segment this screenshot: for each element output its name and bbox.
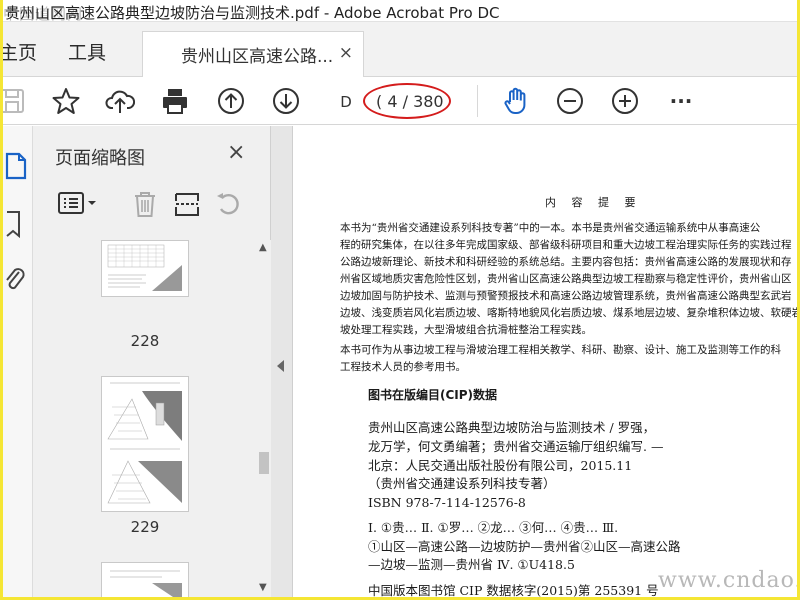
summary-line: 程的研究集体，在以往多年完成国家级、部省级科研项目和重大边坡工程治理实际任务的实…	[340, 239, 792, 251]
tab-tools[interactable]: 工具	[68, 38, 106, 65]
zoom-out-icon	[557, 88, 583, 114]
star-icon	[52, 88, 80, 114]
bookmark-button[interactable]	[50, 85, 82, 117]
thumbnail-list: 228 229	[33, 240, 256, 597]
print-button[interactable]	[159, 85, 191, 117]
save-icon	[3, 89, 24, 113]
previous-page-button[interactable]	[215, 85, 247, 117]
cip-class-line: —边坡—监测—贵州省 Ⅳ. ①U418.5	[368, 557, 575, 572]
cip-number: 中国版本图书馆 CIP 数据核字(2015)第 255391 号	[368, 583, 659, 597]
more-tools-button[interactable]: ···	[665, 85, 697, 117]
zoom-in-icon	[612, 88, 638, 114]
page-thumbnails-rail-button[interactable]	[5, 152, 27, 184]
tab-document-label: 贵州山区高速公路...	[181, 47, 334, 67]
page-thumbnails-icon	[5, 152, 27, 180]
rotate-pages-button[interactable]	[215, 190, 243, 222]
summary-line: 州省区域地质灾害危险性区划，贵州省山区高速公路典型边坡工程勘察与稳定性评价，贵州…	[340, 273, 792, 285]
insert-page-icon	[175, 193, 199, 216]
rotate-icon	[217, 193, 239, 215]
cip-line: 北京：人民交通出版社股份有限公司，2015.11	[368, 458, 633, 473]
acrobat-window: 中国道网网 贵州山区高速公路典型边坡防治与监测技术.pdf - Adobe Ac…	[3, 0, 797, 597]
thumbnail-image	[110, 570, 182, 597]
cip-line: （贵州省交通建设系列科技专著）	[368, 476, 556, 491]
panel-close-button[interactable]: ×	[227, 140, 245, 165]
zoom-out-button[interactable]	[554, 85, 586, 117]
tab-close-button[interactable]: ×	[339, 43, 353, 63]
thumbnail-scrollbar[interactable]: ▲ ▼	[257, 240, 271, 597]
thumbnail-image	[107, 382, 182, 504]
upload-button[interactable]	[104, 85, 136, 117]
scroll-up-arrow[interactable]: ▲	[259, 242, 267, 253]
arrow-down-circle-icon	[273, 88, 299, 114]
watermark-bottom: www.cndao.com	[658, 568, 797, 593]
scroll-down-arrow[interactable]: ▼	[259, 582, 267, 593]
pdf-page: 内 容 提 要 本书为“贵州省交通建设系列科技专著”中的一本。本书是贵州省交通运…	[300, 136, 797, 597]
thumbnail-label-228: 228	[130, 332, 160, 350]
bookmarks-rail-button[interactable]	[5, 210, 27, 242]
collapse-panel-icon[interactable]	[277, 360, 284, 372]
save-button[interactable]	[3, 85, 29, 117]
tab-document[interactable]: 贵州山区高速公路... ×	[142, 31, 364, 78]
document-view[interactable]: 内 容 提 要 本书为“贵州省交通建设系列科技专著”中的一本。本书是贵州省交通运…	[294, 126, 797, 597]
page-number-input[interactable]: D	[333, 90, 359, 114]
summary-line: 本书为“贵州省交通建设系列科技专著”中的一本。本书是贵州省交通运输系统中从事高速…	[340, 222, 761, 234]
summary-line: 公路边坡新理论、新技术和科研经验的系统总结。主要内容包括：贵州省高速公路的发展现…	[340, 256, 792, 268]
scrollbar-thumb[interactable]	[259, 452, 269, 474]
toolbar-divider	[477, 85, 478, 117]
thumbnail-page-230[interactable]	[101, 562, 189, 597]
summary-line: 坡处理工程实践，大型滑坡组合抗滑桩整治工程实践。	[340, 324, 592, 336]
cip-class-line: ①山区—高速公路—边坡防护—贵州省②山区—高速公路	[368, 539, 681, 554]
window-title: 贵州山区高速公路典型边坡防治与监测技术.pdf - Adobe Acrobat …	[5, 4, 500, 22]
highlight-ellipse	[363, 83, 451, 119]
thumbnail-options-button[interactable]	[57, 190, 101, 222]
cip-line: 龙万学，何文勇编著；贵州省交通运输厅组织编写. —	[368, 439, 664, 454]
paperclip-icon	[6, 268, 25, 289]
trash-icon	[135, 192, 155, 217]
toolbar: D ( 4 / 380 ···	[3, 77, 797, 125]
hand-icon	[504, 87, 526, 114]
delete-pages-button[interactable]	[131, 190, 159, 222]
thumbnail-page-228[interactable]	[101, 240, 189, 297]
usage-line: 本书可作为从事边坡工程与滑坡治理工程相关教学、科研、勘察、设计、施工及监测等工作…	[340, 344, 781, 356]
extract-pages-button[interactable]	[173, 190, 201, 222]
page-heading: 内 容 提 要	[545, 196, 642, 209]
thumbnail-page-229[interactable]	[101, 376, 189, 512]
bookmark-icon	[6, 211, 20, 239]
panel-title: 页面缩略图	[55, 148, 145, 169]
panel-toolbar	[33, 178, 271, 234]
print-icon	[163, 89, 187, 114]
title-bar: 中国道网网 贵州山区高速公路典型边坡防治与监测技术.pdf - Adobe Ac…	[3, 0, 797, 23]
usage-line: 工程技术人员的参考用书。	[340, 361, 466, 373]
next-page-button[interactable]	[270, 85, 302, 117]
panel-splitter[interactable]	[271, 126, 293, 597]
summary-line: 边坡、浅变质岩风化岩质边坡、喀斯特地貌风化岩质边坡、煤系地层边坡、复杂堆积体边坡…	[340, 307, 797, 319]
hand-tool-button[interactable]	[500, 85, 532, 117]
zoom-in-button[interactable]	[609, 85, 641, 117]
cip-class-line: Ⅰ. ①贵… Ⅱ. ①罗… ②龙… ③何… ④贵… Ⅲ.	[368, 520, 619, 535]
cip-heading: 图书在版编目(CIP)数据	[368, 388, 498, 402]
navigation-rail	[3, 126, 33, 597]
attachments-rail-button[interactable]	[5, 266, 27, 298]
tab-bar: 主页 工具 贵州山区高速公路... ×	[3, 22, 797, 78]
options-menu-icon	[58, 192, 96, 214]
thumbnails-panel: 页面缩略图 × 228 229 ▲ ▼	[33, 126, 271, 597]
cip-line: 贵州山区高速公路典型边坡防治与监测技术 / 罗强，	[368, 420, 656, 435]
thumbnail-image	[107, 244, 182, 291]
arrow-up-circle-icon	[218, 88, 244, 114]
thumbnail-label-229: 229	[130, 518, 160, 536]
cip-line: ISBN 978-7-114-12576-8	[368, 495, 526, 510]
cloud-upload-icon	[105, 90, 135, 113]
tab-home[interactable]: 主页	[3, 38, 37, 65]
summary-line: 边坡加固与防护技术、监测与预警预报技术和高速公路边坡管理系统，贵州省高速公路典型…	[340, 290, 792, 302]
